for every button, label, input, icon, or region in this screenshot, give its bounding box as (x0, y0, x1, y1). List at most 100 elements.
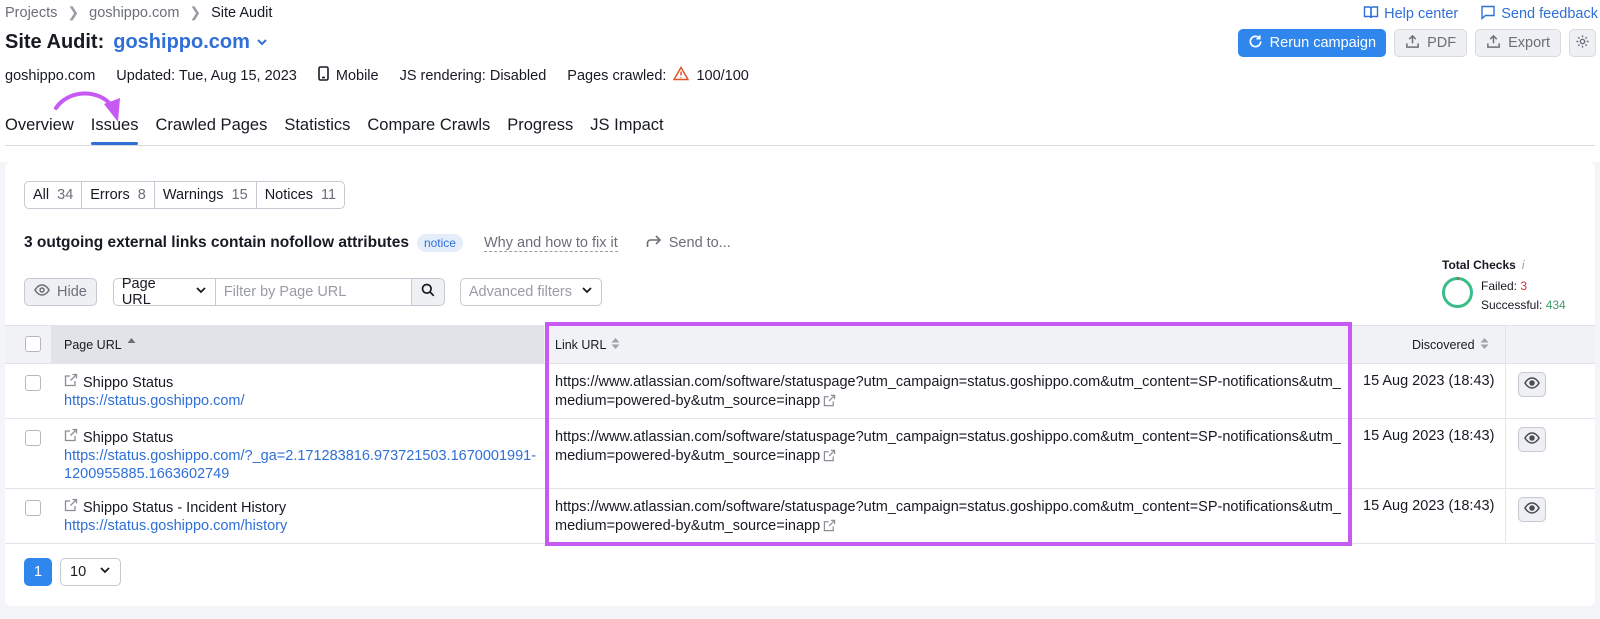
filter-all[interactable]: All 34 (25, 182, 83, 208)
search-button[interactable] (411, 278, 445, 306)
tab-compare-crawls[interactable]: Compare Crawls (367, 116, 490, 143)
breadcrumb-domain[interactable]: goshippo.com (89, 5, 179, 21)
meta-updated: Updated: Tue, Aug 15, 2023 (116, 67, 297, 84)
help-center-label: Help center (1384, 6, 1459, 22)
external-link-icon[interactable] (64, 373, 78, 392)
page-title-text: Shippo Status (83, 429, 174, 446)
total-checks: Total Checks i Failed: 3 Successful: 434 (1442, 258, 1566, 312)
rerun-campaign-button[interactable]: Rerun campaign (1237, 29, 1387, 57)
filter-errors-label: Errors (90, 187, 130, 203)
tab-divider (5, 145, 1595, 146)
tab-progress[interactable]: Progress (507, 116, 573, 143)
hide-button[interactable]: Hide (24, 278, 97, 306)
total-checks-values: Failed: 3 Successful: 434 (1481, 277, 1566, 315)
tab-issues[interactable]: Issues (90, 116, 138, 145)
row-checkbox[interactable] (25, 430, 41, 446)
filter-notices[interactable]: Notices 11 (257, 182, 344, 208)
project-selector[interactable]: goshippo.com (113, 31, 268, 54)
why-how-fix-link[interactable]: Why and how to fix it (483, 235, 618, 252)
page-button-current[interactable]: 1 (24, 558, 52, 586)
select-all-checkbox[interactable] (25, 336, 41, 352)
tab-js-impact[interactable]: JS Impact (590, 116, 663, 143)
issue-title: 3 outgoing external links contain nofoll… (24, 234, 409, 251)
external-link-icon[interactable] (64, 428, 78, 447)
upload-icon (1486, 34, 1501, 53)
tab-crawled-pages[interactable]: Crawled Pages (155, 116, 267, 143)
filter-warnings-count: 15 (231, 187, 248, 203)
filter-notices-count: 11 (321, 187, 337, 203)
pdf-button[interactable]: PDF (1394, 29, 1468, 57)
rerun-campaign-label: Rerun campaign (1269, 35, 1377, 51)
warning-icon (673, 66, 690, 85)
successful-line: Successful: 434 (1481, 296, 1566, 315)
meta-domain: goshippo.com (5, 67, 96, 84)
gear-icon (1575, 34, 1590, 53)
filter-field-value: Page URL (121, 276, 156, 308)
meta-pages-crawled: Pages crawled: 100/100 (567, 66, 749, 85)
filter-warnings[interactable]: Warnings 15 (155, 182, 257, 208)
failed-count: 3 (1520, 279, 1528, 293)
chevron-down-icon (99, 564, 111, 580)
meta-js-rendering: JS rendering: Disabled (399, 67, 547, 84)
advanced-filters-label: Advanced filters (468, 284, 572, 300)
page-url-link[interactable]: https://status.goshippo.com/ (64, 392, 544, 410)
column-discovered[interactable]: Discovered (1412, 337, 1489, 353)
eye-icon (1524, 501, 1540, 518)
page-url-link[interactable]: https://status.goshippo.com/?_ga=2.17128… (64, 447, 544, 483)
page-title: Site Audit: goshippo.com (5, 31, 268, 54)
filter-all-label: All (33, 187, 50, 203)
column-page-url[interactable]: Page URL (64, 337, 136, 352)
eye-icon (1524, 431, 1540, 448)
header-links: Help center Send feedback (1363, 4, 1598, 24)
page-url-link[interactable]: https://status.goshippo.com/history (64, 517, 544, 535)
filter-errors[interactable]: Errors 8 (82, 182, 155, 208)
row-checkbox[interactable] (25, 375, 41, 391)
help-center-link[interactable]: Help center (1363, 4, 1458, 24)
failed-label: Failed: (1481, 279, 1518, 293)
column-page-url-label: Page URL (64, 337, 122, 352)
send-feedback-link[interactable]: Send feedback (1480, 4, 1598, 24)
preview-button[interactable] (1518, 372, 1546, 397)
tab-overview[interactable]: Overview (5, 116, 74, 143)
refresh-icon (1248, 34, 1263, 53)
issue-severity-badge: notice (416, 234, 463, 252)
preview-button[interactable] (1518, 427, 1546, 452)
export-button[interactable]: Export (1475, 29, 1561, 57)
meta-device: Mobile (318, 66, 379, 85)
pages-crawled-label: Pages crawled: (567, 67, 667, 84)
pagination: 1 10 (24, 558, 121, 586)
column-divider (1505, 364, 1506, 418)
meta-device-label: Mobile (335, 67, 379, 84)
filter-field-select[interactable]: Page URL (112, 276, 216, 308)
search-icon (421, 283, 435, 302)
page-cell: Shippo Status https://status.goshippo.co… (64, 373, 544, 410)
breadcrumb-projects[interactable]: Projects (5, 5, 57, 21)
page-title-row: Shippo Status - Incident History (64, 498, 544, 517)
page-title-label: Site Audit: (5, 31, 105, 53)
issue-type-filter: All 34 Errors 8 Warnings 15 Notices 11 (24, 181, 346, 209)
mobile-icon (318, 66, 329, 85)
successful-count: 434 (1545, 298, 1566, 312)
advanced-filters-select[interactable]: Advanced filters (459, 278, 602, 306)
checks-ring-icon (1442, 277, 1473, 308)
external-link-icon[interactable] (64, 498, 78, 517)
issues-panel: All 34 Errors 8 Warnings 15 Notices 11 3… (5, 162, 1595, 606)
preview-button[interactable] (1518, 497, 1546, 522)
send-to-button[interactable]: Send to... (646, 234, 731, 252)
row-checkbox[interactable] (25, 500, 41, 516)
page-title-row: Shippo Status (64, 373, 544, 392)
column-divider (1505, 489, 1506, 543)
book-icon (1363, 4, 1379, 24)
chat-bubble-icon (1480, 4, 1496, 24)
link-url-highlight-box (545, 322, 1352, 546)
sort-icon (1480, 337, 1489, 353)
filter-errors-count: 8 (137, 187, 146, 203)
page-cell: Shippo Status https://status.goshippo.co… (64, 428, 544, 483)
page-size-select[interactable]: 10 (60, 558, 121, 586)
page-url-filter-input[interactable] (215, 278, 412, 306)
info-icon[interactable]: i (1522, 258, 1525, 272)
tab-statistics[interactable]: Statistics (284, 116, 350, 143)
filter-warnings-label: Warnings (162, 187, 224, 203)
discovered-date: 15 Aug 2023 (18:43) (1363, 428, 1495, 444)
settings-button[interactable] (1569, 29, 1596, 57)
